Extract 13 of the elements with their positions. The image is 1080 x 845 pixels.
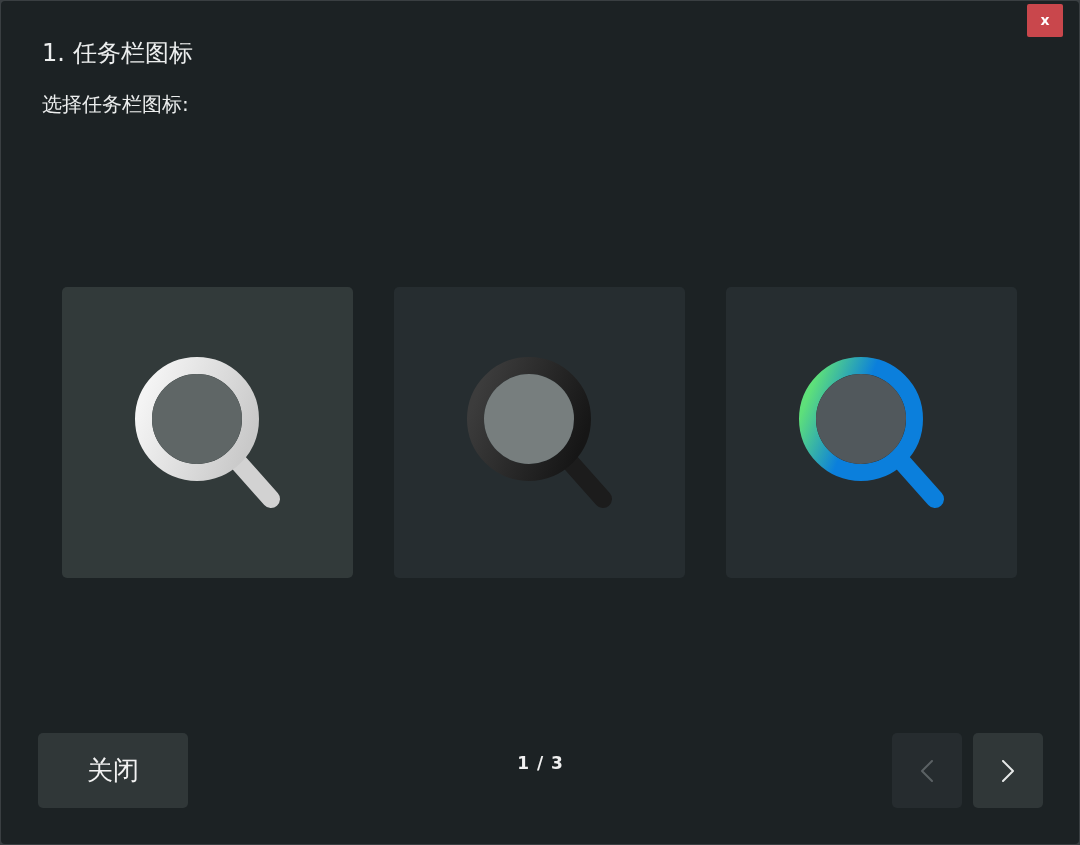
icon-option-card[interactable]	[726, 287, 1017, 578]
prompt-text: 选择任务栏图标:	[42, 91, 190, 117]
chevron-right-icon	[1002, 759, 1014, 782]
page-indicator: 1 / 3	[517, 752, 564, 775]
close-dialog-button[interactable]: 关闭	[38, 733, 188, 808]
close-button[interactable]: x	[1027, 4, 1063, 37]
search-icon	[134, 356, 281, 509]
search-icon	[466, 356, 613, 509]
search-icon	[798, 356, 945, 509]
icon-option-card[interactable]	[62, 287, 353, 578]
dialog-title: 1. 任务栏图标	[42, 38, 193, 68]
icon-option-card[interactable]	[394, 287, 685, 578]
chevron-left-icon	[921, 759, 933, 782]
